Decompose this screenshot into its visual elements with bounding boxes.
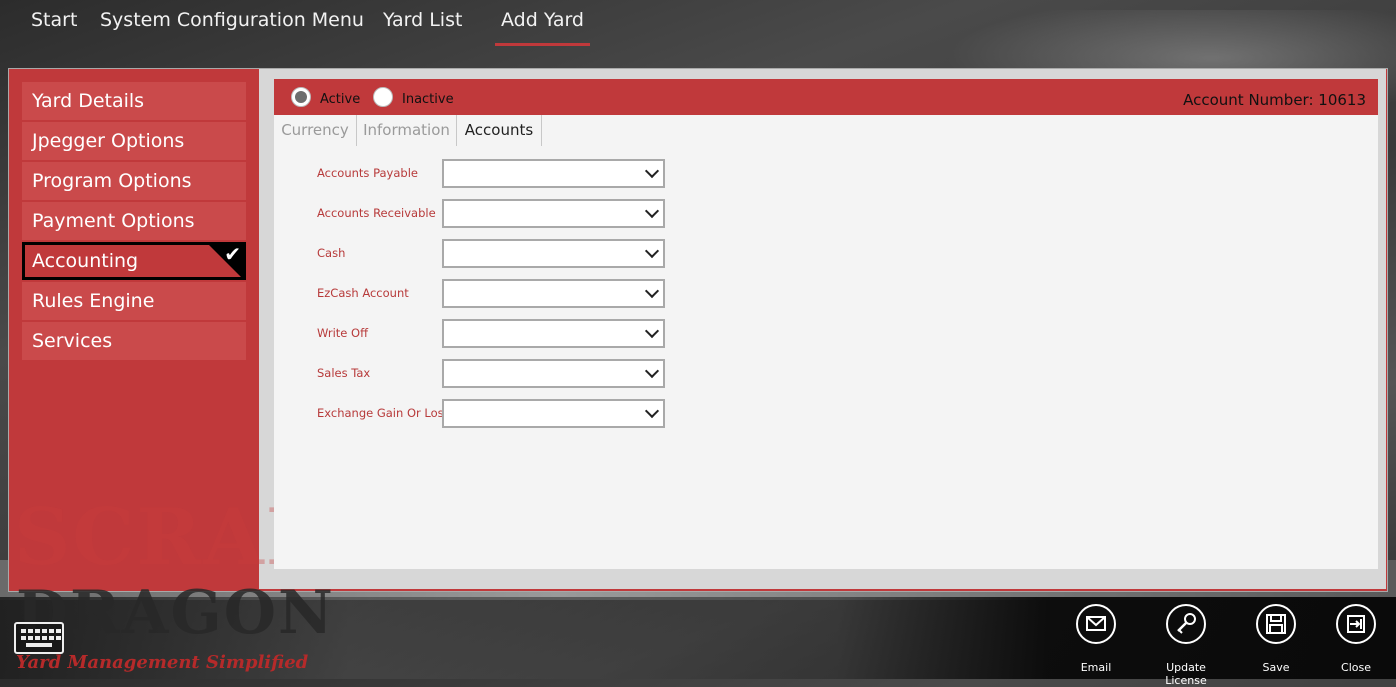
top-navigation: Start System Configuration Menu Yard Lis… (0, 0, 1396, 60)
nav-start[interactable]: Start (31, 6, 77, 34)
keyboard-icon[interactable] (14, 622, 64, 654)
sidebar-item-label: Payment Options (32, 210, 195, 232)
chevron-down-icon (644, 283, 660, 299)
close-exit-icon (1336, 604, 1376, 644)
sidebar-item-label: Accounting (32, 250, 139, 272)
email-button-label: Email (1080, 661, 1112, 674)
sidebar-item-program-options[interactable]: Program Options (22, 162, 246, 200)
chevron-down-icon (644, 163, 660, 179)
sidebar-item-label: Yard Details (32, 90, 145, 112)
sidebar-item-jpegger-options[interactable]: Jpegger Options (22, 122, 246, 160)
email-button[interactable]: Email (1056, 604, 1136, 674)
sidebar-item-payment-options[interactable]: Payment Options (22, 202, 246, 240)
nav-yard-list[interactable]: Yard List (383, 6, 462, 34)
accounts-receivable-select[interactable] (442, 199, 665, 228)
sidebar-item-label: Jpegger Options (32, 130, 185, 152)
nav-system-configuration-menu[interactable]: System Configuration Menu (100, 6, 364, 34)
close-button[interactable]: Close (1316, 604, 1396, 674)
exchange-gain-or-loss-label: Exchange Gain Or Loss (317, 406, 450, 420)
sidebar-item-label: Rules Engine (32, 290, 155, 312)
sidebar-item-services[interactable]: Services (22, 322, 246, 360)
sidebar-item-rules-engine[interactable]: Rules Engine (22, 282, 246, 320)
cash-select[interactable] (442, 239, 665, 268)
main-panel: Active Inactive Account Number: 10613 Cu… (274, 79, 1378, 569)
tab-currency[interactable]: Currency (274, 115, 357, 146)
chevron-down-icon (644, 363, 660, 379)
ezcash-account-select[interactable] (442, 279, 665, 308)
account-number: Account Number: 10613 (1183, 91, 1366, 109)
inactive-radio[interactable] (373, 87, 393, 107)
sales-tax-label: Sales Tax (317, 366, 371, 380)
email-icon (1076, 604, 1116, 644)
write-off-select[interactable] (442, 319, 665, 348)
update-license-button[interactable]: Update License (1146, 604, 1226, 687)
exchange-gain-or-loss-select[interactable] (442, 399, 665, 428)
sidebar-item-label: Services (32, 330, 113, 352)
save-button[interactable]: Save (1236, 604, 1316, 674)
active-radio-label: Active (320, 92, 361, 107)
sidebar-item-accounting[interactable]: Accounting ✔ (22, 242, 246, 280)
save-icon (1256, 604, 1296, 644)
status-bar: Active Inactive Account Number: 10613 (274, 79, 1378, 115)
save-button-label: Save (1262, 661, 1290, 674)
sidebar-item-yard-details[interactable]: Yard Details (22, 82, 246, 120)
ezcash-account-label: EzCash Account (317, 286, 409, 300)
accounts-payable-label: Accounts Payable (317, 166, 418, 180)
sales-tax-select[interactable] (442, 359, 665, 388)
tab-information[interactable]: Information (357, 115, 457, 146)
active-radio[interactable] (291, 87, 311, 107)
checkmark-icon: ✔ (224, 242, 241, 266)
tagline: Yard Management Simplified (16, 652, 309, 673)
accounts-payable-select[interactable] (442, 159, 665, 188)
chevron-down-icon (644, 323, 660, 339)
sidebar: Yard Details Jpegger Options Program Opt… (22, 82, 246, 362)
inactive-radio-label: Inactive (402, 92, 454, 107)
write-off-label: Write Off (317, 326, 368, 340)
sidebar-item-label: Program Options (32, 170, 192, 192)
update-license-button-label: Update License (1165, 661, 1207, 687)
chevron-down-icon (644, 243, 660, 259)
accounts-receivable-label: Accounts Receivable (317, 206, 436, 220)
chevron-down-icon (644, 203, 660, 219)
cash-label: Cash (317, 246, 346, 260)
close-button-label: Close (1341, 661, 1371, 674)
nav-add-yard[interactable]: Add Yard (495, 6, 590, 46)
chevron-down-icon (644, 403, 660, 419)
key-icon (1166, 604, 1206, 644)
tab-accounts[interactable]: Accounts (456, 115, 542, 146)
